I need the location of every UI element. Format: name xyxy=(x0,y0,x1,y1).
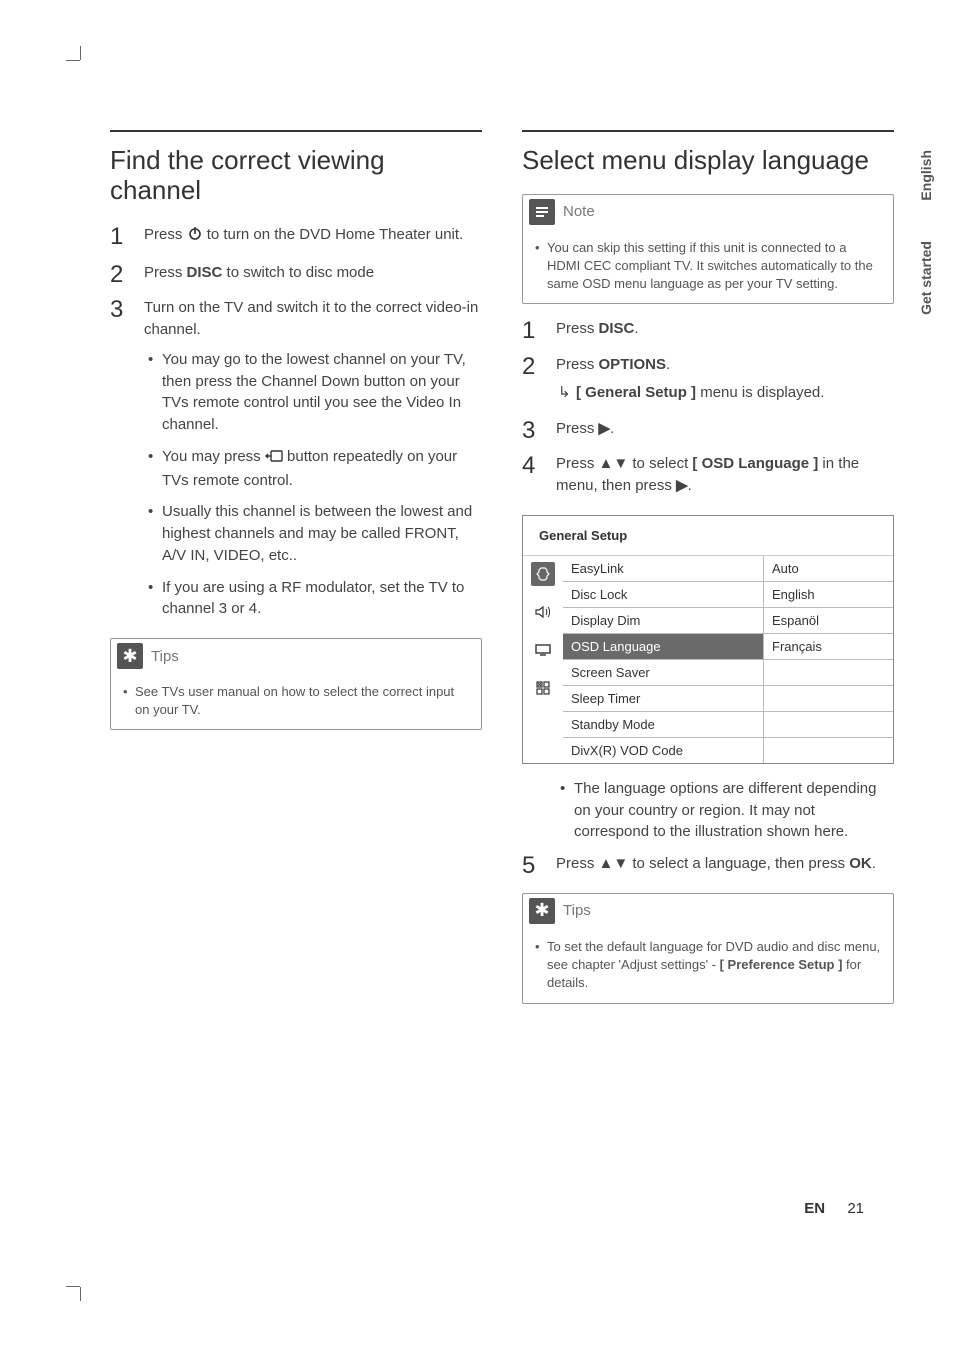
tips-icon: ✱ xyxy=(529,898,555,924)
tips-box: ✱ Tips To set the default language for D… xyxy=(522,893,894,1004)
power-icon xyxy=(187,225,203,248)
osd-row: Display DimEspanöl xyxy=(563,608,893,634)
osd-cell-right: Français xyxy=(763,634,893,659)
tip-text: See TVs user manual on how to select the… xyxy=(121,683,471,719)
step-2: Press DISC to switch to disc mode xyxy=(110,262,482,284)
note-icon xyxy=(529,199,555,225)
section-rule xyxy=(522,130,894,132)
side-tabs: English Get started xyxy=(918,150,934,314)
note-text: You can skip this setting if this unit i… xyxy=(533,239,883,294)
step-1: Press to turn on the DVD Home Theater un… xyxy=(110,224,482,248)
section-rule xyxy=(110,130,482,132)
grid-icon xyxy=(531,676,555,700)
right-arrow-icon: ▶ xyxy=(676,477,688,494)
tips-label: Tips xyxy=(151,648,179,665)
tips-box: ✱ Tips See TVs user manual on how to sel… xyxy=(110,638,482,730)
osd-cell-left: Disc Lock xyxy=(563,582,763,607)
tips-label: Tips xyxy=(563,902,591,919)
osd-cell-right: English xyxy=(763,582,893,607)
tips-icon: ✱ xyxy=(117,643,143,669)
osd-cell-right xyxy=(763,738,893,763)
osd-row: Sleep Timer xyxy=(563,686,893,712)
section-title-left: Find the correct viewing channel xyxy=(110,146,482,206)
osd-title: General Setup xyxy=(523,516,893,555)
step-2: Press OPTIONS. [ General Setup ] menu is… xyxy=(522,354,894,404)
footer-lang: EN xyxy=(804,1200,825,1217)
disc-label: DISC xyxy=(599,320,635,337)
section-title-right: Select menu display language xyxy=(522,146,894,176)
left-column: Find the correct viewing channel Press t… xyxy=(110,130,482,1004)
osd-row: DivX(R) VOD Code xyxy=(563,738,893,763)
source-icon xyxy=(265,448,283,470)
osd-cell-left: Sleep Timer xyxy=(563,686,763,711)
side-tab-english: English xyxy=(918,150,934,201)
ok-label: OK xyxy=(849,855,872,872)
osd-cell-left: DivX(R) VOD Code xyxy=(563,738,763,763)
side-tab-getstarted: Get started xyxy=(918,241,934,315)
step-5: Press ▲▼ to select a language, then pres… xyxy=(522,853,894,875)
osd-cell-left: Display Dim xyxy=(563,608,763,633)
bullet: You may go to the lowest channel on your… xyxy=(144,349,482,436)
step-1: Press DISC. xyxy=(522,318,894,340)
osd-cell-left: Standby Mode xyxy=(563,712,763,737)
osd-cell-right xyxy=(763,712,893,737)
crop-mark xyxy=(66,60,80,61)
osd-cell-right xyxy=(763,660,893,685)
options-label: OPTIONS xyxy=(599,356,667,373)
crop-mark xyxy=(80,1287,81,1301)
tip-text: To set the default language for DVD audi… xyxy=(533,938,883,993)
updown-arrow-icon: ▲▼ xyxy=(599,855,629,872)
display-icon xyxy=(531,638,555,662)
osd-menu: General Setup xyxy=(522,515,894,764)
bullet: The language options are different depen… xyxy=(556,778,894,843)
osd-row: Disc LockEnglish xyxy=(563,582,893,608)
osd-cell-right xyxy=(763,686,893,711)
result: [ General Setup ] menu is displayed. xyxy=(556,382,894,404)
osd-rows: EasyLinkAutoDisc LockEnglishDisplay DimE… xyxy=(563,556,893,763)
osd-iconbar xyxy=(523,556,563,763)
bullet: If you are using a RF modulator, set the… xyxy=(144,577,482,621)
note-label: Note xyxy=(563,203,595,220)
settings-icon xyxy=(531,562,555,586)
osd-row: Screen Saver xyxy=(563,660,893,686)
bullet: You may press button repeatedly on your … xyxy=(144,446,482,492)
right-arrow-icon: ▶ xyxy=(599,420,611,437)
step-text: Press to turn on the DVD Home Theater un… xyxy=(144,226,463,243)
footer-page: 21 xyxy=(847,1200,864,1217)
osd-row: Standby Mode xyxy=(563,712,893,738)
speaker-icon xyxy=(531,600,555,624)
crop-mark xyxy=(66,1286,80,1287)
updown-arrow-icon: ▲▼ xyxy=(599,455,629,472)
osd-row: EasyLinkAuto xyxy=(563,556,893,582)
step-3: Turn on the TV and switch it to the corr… xyxy=(110,297,482,620)
manual-page: English Get started Find the correct vie… xyxy=(0,0,954,1347)
disc-label: DISC xyxy=(187,264,223,281)
osd-cell-left: EasyLink xyxy=(563,556,763,581)
crop-mark xyxy=(80,46,81,60)
right-column: Select menu display language Note You ca… xyxy=(522,130,894,1004)
osd-cell-right: Espanöl xyxy=(763,608,893,633)
osd-cell-left: Screen Saver xyxy=(563,660,763,685)
osd-cell-right: Auto xyxy=(763,556,893,581)
osd-row: OSD LanguageFrançais xyxy=(563,634,893,660)
page-footer: EN 21 xyxy=(804,1200,864,1217)
step-4: Press ▲▼ to select [ OSD Language ] in t… xyxy=(522,453,894,497)
bullet: Usually this channel is between the lowe… xyxy=(144,501,482,566)
step-3: Press ▶. xyxy=(522,418,894,440)
note-box: Note You can skip this setting if this u… xyxy=(522,194,894,305)
osd-cell-left: OSD Language xyxy=(563,634,763,659)
